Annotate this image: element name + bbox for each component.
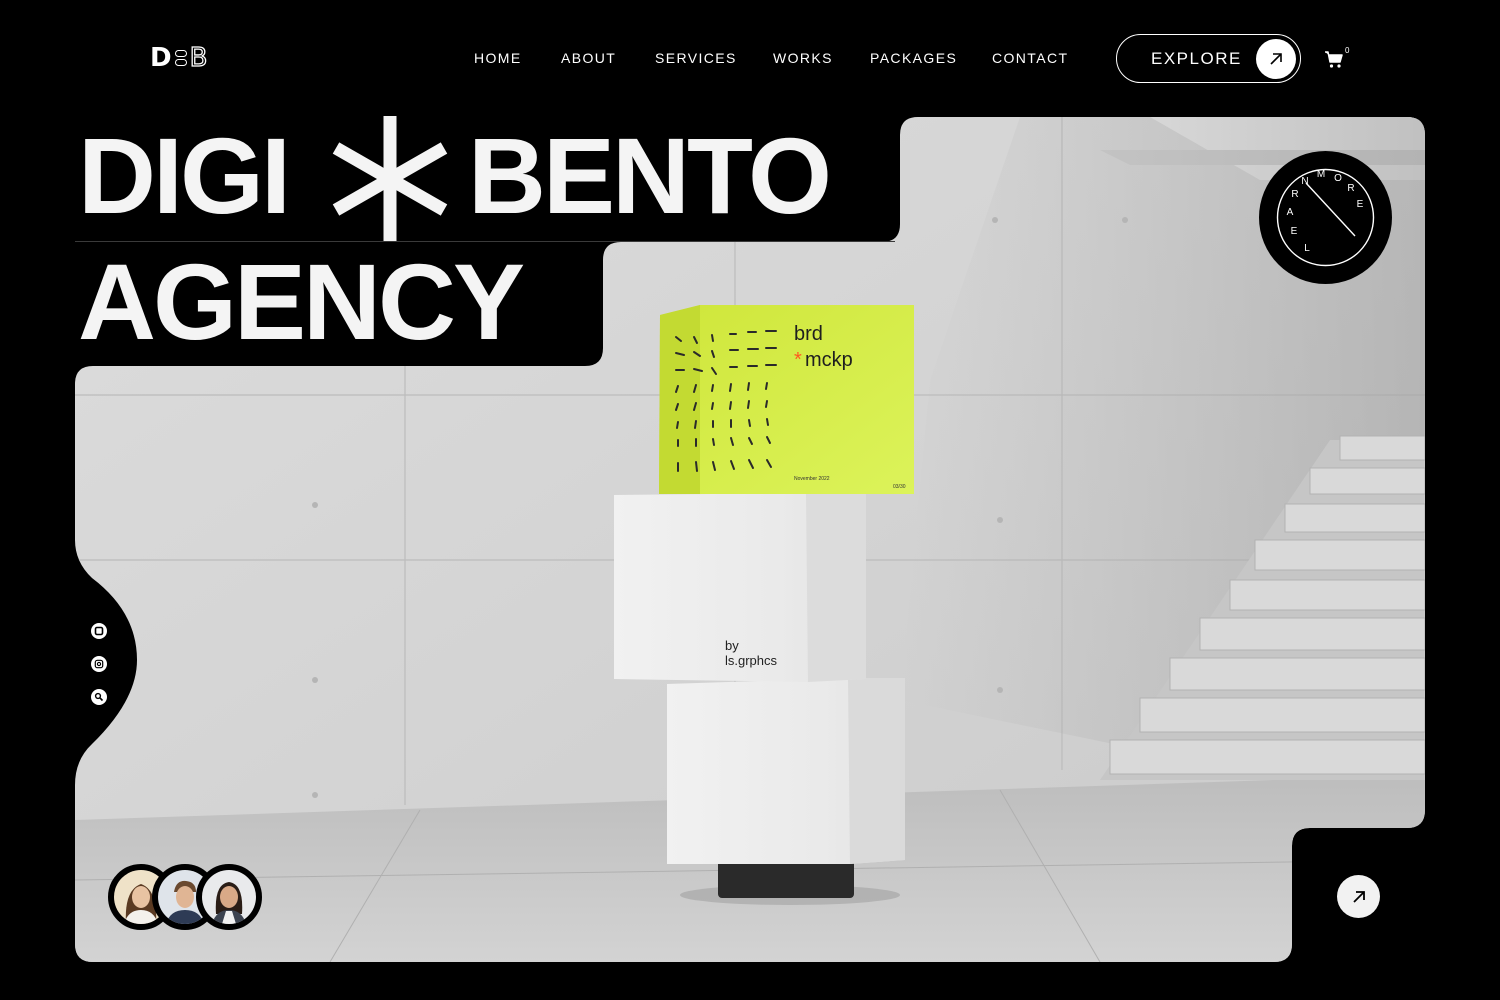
hero-title-bento: BENTO (468, 115, 832, 236)
arrow-up-right-icon (1270, 53, 1282, 65)
cart-count: 0 (1345, 46, 1350, 55)
svg-text:R: R (1347, 183, 1354, 194)
box-top-line2: mckp (805, 349, 853, 371)
asterisk-icon (332, 116, 448, 242)
nav-works[interactable]: WORKS (773, 50, 870, 66)
arrow-up-right-icon (1352, 890, 1365, 903)
svg-text:L: L (1304, 243, 1310, 254)
learn-more-text: L E A R N M O R E (1287, 169, 1364, 254)
hero-title-line2: AGENCY (78, 241, 525, 362)
brand-logo[interactable]: D B (150, 43, 208, 73)
logo-letter-b: B (189, 43, 208, 73)
nav-home[interactable]: HOME (474, 50, 561, 66)
svg-text:*: * (794, 349, 802, 371)
svg-text:E: E (1291, 226, 1298, 237)
svg-text:N: N (1301, 176, 1308, 187)
cart-icon (1325, 51, 1343, 68)
learn-more-badge[interactable]: L E A R N M O R E (1259, 151, 1392, 284)
nav-about[interactable]: ABOUT (561, 50, 655, 66)
box-top-code: 03/30 (893, 484, 906, 490)
svg-text:O: O (1334, 173, 1342, 184)
svg-text:E: E (1357, 199, 1364, 210)
box-top-line1: brd (794, 323, 823, 345)
explore-label: EXPLORE (1151, 48, 1242, 68)
logo-link-icon (174, 48, 187, 68)
nav-contact[interactable]: CONTACT (992, 50, 1072, 66)
box-mid-line2: ls.grphcs (725, 653, 778, 668)
box-mid-line1: by (725, 638, 739, 653)
link-icon[interactable] (91, 689, 107, 705)
corner-arrow-button[interactable] (1337, 875, 1380, 918)
nav-services[interactable]: SERVICES (655, 50, 773, 66)
svg-text:A: A (1287, 207, 1294, 218)
svg-text:M: M (1317, 169, 1325, 180)
explore-arrow-circle (1256, 39, 1296, 79)
explore-button[interactable]: EXPLORE (1116, 34, 1301, 83)
box-top-date: November 2022 (794, 476, 830, 482)
hero: brd * mckp November 2022 03/30 by ls.grp… (0, 0, 1500, 1000)
instagram-icon[interactable] (91, 656, 107, 672)
logo-letter-d: D (150, 43, 172, 73)
main-nav: HOME ABOUT SERVICES WORKS PACKAGES CONTA… (474, 50, 1072, 66)
avatar[interactable] (196, 864, 262, 930)
square-social-icon[interactable] (91, 623, 107, 639)
nav-packages[interactable]: PACKAGES (870, 50, 992, 66)
cart-button[interactable]: 0 (1324, 46, 1350, 69)
hero-title-digi: DIGI (78, 115, 291, 236)
hero-title-line1: DIGI BENTO (78, 122, 832, 230)
svg-text:R: R (1291, 189, 1298, 200)
